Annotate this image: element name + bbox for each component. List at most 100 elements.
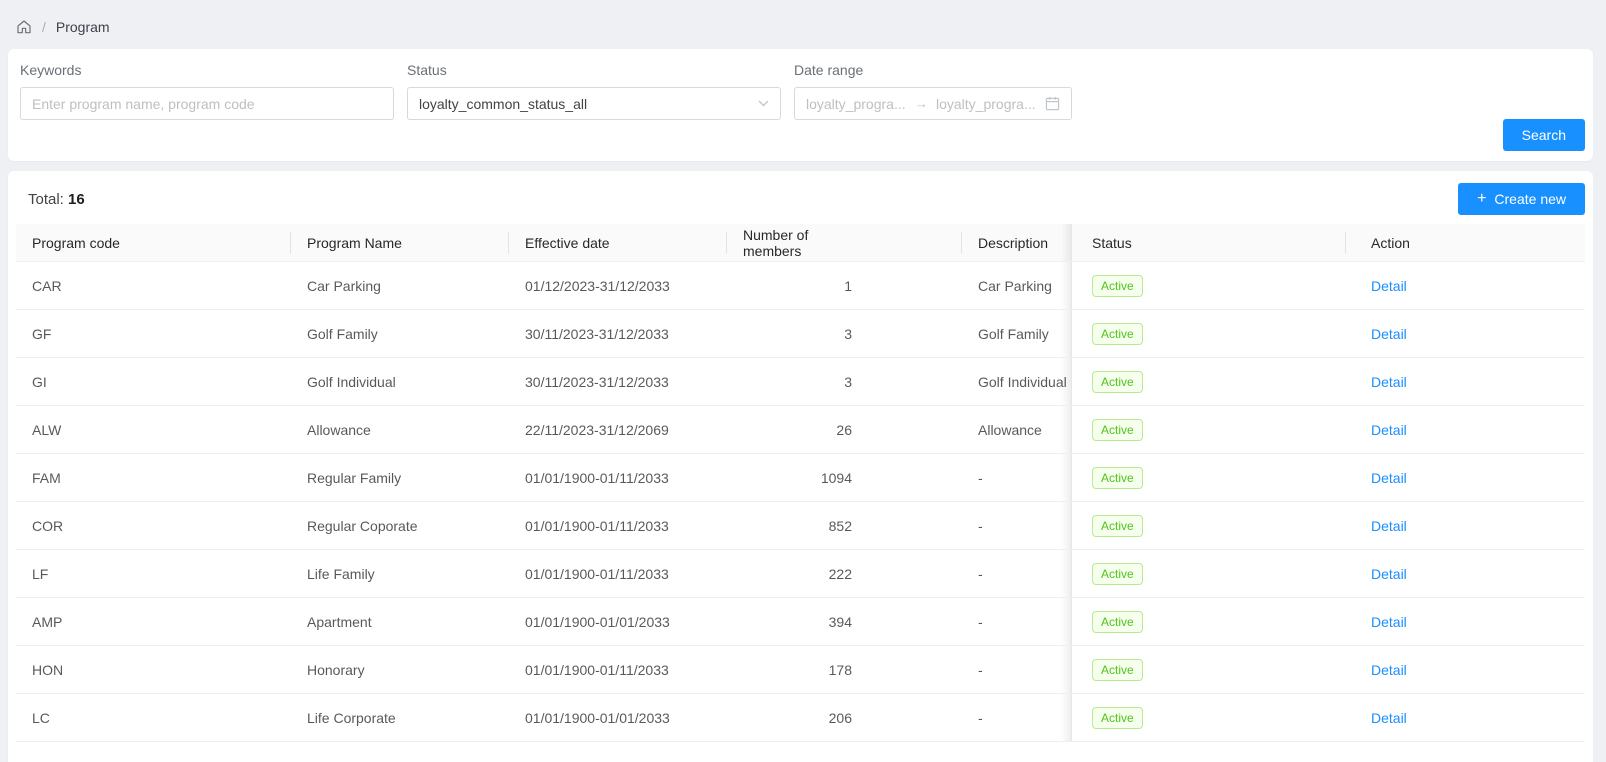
column-header-status: Status <box>1071 224 1346 262</box>
column-header-description: Description <box>962 224 1071 262</box>
keywords-input[interactable] <box>20 87 394 120</box>
action-cell: Detail <box>1346 454 1585 502</box>
table-row: GI Golf Individual 30/11/2023-31/12/2033… <box>16 358 1585 406</box>
program-code-cell: LC <box>16 694 291 742</box>
column-header-action: Action <box>1346 224 1585 262</box>
program-list-panel: Total: 16 + Create new Program code Prog… <box>8 171 1593 762</box>
status-label: Status <box>407 62 781 78</box>
status-badge: Active <box>1092 467 1143 489</box>
number-of-members-cell: 1 <box>727 262 962 310</box>
detail-link[interactable]: Detail <box>1371 518 1407 534</box>
description-cell: - <box>962 646 1071 694</box>
total-label: Total: <box>28 191 64 208</box>
table-row: GF Golf Family 30/11/2023-31/12/2033 3 G… <box>16 310 1585 358</box>
date-range-picker[interactable]: loyalty_progra... → loyalty_progra... <box>794 87 1072 120</box>
status-select[interactable]: loyalty_common_status_all <box>407 87 781 120</box>
keywords-filter: Keywords <box>20 62 394 120</box>
column-header-program-code: Program code <box>16 224 291 262</box>
program-name-cell: Life Family <box>291 550 509 598</box>
program-table: Program code Program Name Effective date… <box>16 224 1585 742</box>
action-cell: Detail <box>1346 262 1585 310</box>
program-code-cell: ALW <box>16 406 291 454</box>
status-badge: Active <box>1092 659 1143 681</box>
search-button[interactable]: Search <box>1503 119 1585 151</box>
effective-date-cell: 01/01/1900-01/11/2033 <box>509 646 727 694</box>
breadcrumb-separator: / <box>42 19 46 35</box>
home-icon[interactable] <box>16 19 32 35</box>
date-range-start-input[interactable]: loyalty_progra... <box>806 96 907 112</box>
detail-link[interactable]: Detail <box>1371 710 1407 726</box>
program-name-cell: Regular Family <box>291 454 509 502</box>
program-code-cell: GI <box>16 358 291 406</box>
detail-link[interactable]: Detail <box>1371 326 1407 342</box>
create-new-button[interactable]: + Create new <box>1458 183 1585 215</box>
status-badge: Active <box>1092 611 1143 633</box>
date-range-end-input[interactable]: loyalty_progra... <box>936 96 1037 112</box>
status-cell: Active <box>1071 310 1346 358</box>
plus-icon: + <box>1477 191 1486 207</box>
status-badge: Active <box>1092 515 1143 537</box>
date-range-filter: Date range loyalty_progra... → loyalty_p… <box>794 62 1072 120</box>
status-badge: Active <box>1092 323 1143 345</box>
number-of-members-cell: 178 <box>727 646 962 694</box>
status-cell: Active <box>1071 598 1346 646</box>
status-badge: Active <box>1092 371 1143 393</box>
number-of-members-cell: 26 <box>727 406 962 454</box>
effective-date-cell: 01/01/1900-01/11/2033 <box>509 454 727 502</box>
status-filter: Status loyalty_common_status_all <box>407 62 781 120</box>
effective-date-cell: 01/01/1900-01/01/2033 <box>509 598 727 646</box>
date-range-label: Date range <box>794 62 1072 78</box>
column-header-program-name: Program Name <box>291 224 509 262</box>
status-badge: Active <box>1092 419 1143 441</box>
detail-link[interactable]: Detail <box>1371 278 1407 294</box>
status-cell: Active <box>1071 550 1346 598</box>
description-cell: Golf Individual <box>962 358 1071 406</box>
table-row: ALW Allowance 22/11/2023-31/12/2069 26 A… <box>16 406 1585 454</box>
table-row: AMP Apartment 01/01/1900-01/01/2033 394 … <box>16 598 1585 646</box>
detail-link[interactable]: Detail <box>1371 374 1407 390</box>
arrow-right-icon: → <box>915 96 928 111</box>
detail-link[interactable]: Detail <box>1371 422 1407 438</box>
action-cell: Detail <box>1346 358 1585 406</box>
effective-date-cell: 01/01/1900-01/11/2033 <box>509 550 727 598</box>
description-cell: - <box>962 454 1071 502</box>
status-badge: Active <box>1092 275 1143 297</box>
detail-link[interactable]: Detail <box>1371 470 1407 486</box>
effective-date-cell: 22/11/2023-31/12/2069 <box>509 406 727 454</box>
action-cell: Detail <box>1346 694 1585 742</box>
status-cell: Active <box>1071 358 1346 406</box>
program-code-cell: HON <box>16 646 291 694</box>
action-cell: Detail <box>1346 310 1585 358</box>
description-cell: - <box>962 598 1071 646</box>
program-name-cell: Allowance <box>291 406 509 454</box>
program-name-cell: Golf Individual <box>291 358 509 406</box>
detail-link[interactable]: Detail <box>1371 566 1407 582</box>
program-name-cell: Apartment <box>291 598 509 646</box>
program-code-cell: COR <box>16 502 291 550</box>
breadcrumb: / Program <box>0 0 1606 49</box>
program-code-cell: GF <box>16 310 291 358</box>
description-cell: - <box>962 694 1071 742</box>
effective-date-cell: 01/12/2023-31/12/2033 <box>509 262 727 310</box>
status-cell: Active <box>1071 262 1346 310</box>
detail-link[interactable]: Detail <box>1371 614 1407 630</box>
keywords-label: Keywords <box>20 62 394 78</box>
number-of-members-cell: 206 <box>727 694 962 742</box>
breadcrumb-current: Program <box>56 19 110 35</box>
status-cell: Active <box>1071 454 1346 502</box>
table-row: LC Life Corporate 01/01/1900-01/01/2033 … <box>16 694 1585 742</box>
table-row: HON Honorary 01/01/1900-01/11/2033 178 -… <box>16 646 1585 694</box>
calendar-icon <box>1045 96 1060 111</box>
description-cell: Allowance <box>962 406 1071 454</box>
detail-link[interactable]: Detail <box>1371 662 1407 678</box>
number-of-members-cell: 394 <box>727 598 962 646</box>
table-row: CAR Car Parking 01/12/2023-31/12/2033 1 … <box>16 262 1585 310</box>
program-name-cell: Regular Coporate <box>291 502 509 550</box>
table-row: COR Regular Coporate 01/01/1900-01/11/20… <box>16 502 1585 550</box>
effective-date-cell: 30/11/2023-31/12/2033 <box>509 310 727 358</box>
program-name-cell: Car Parking <box>291 262 509 310</box>
action-cell: Detail <box>1346 598 1585 646</box>
effective-date-cell: 01/01/1900-01/11/2033 <box>509 502 727 550</box>
action-cell: Detail <box>1346 550 1585 598</box>
chevron-down-icon <box>758 100 769 107</box>
